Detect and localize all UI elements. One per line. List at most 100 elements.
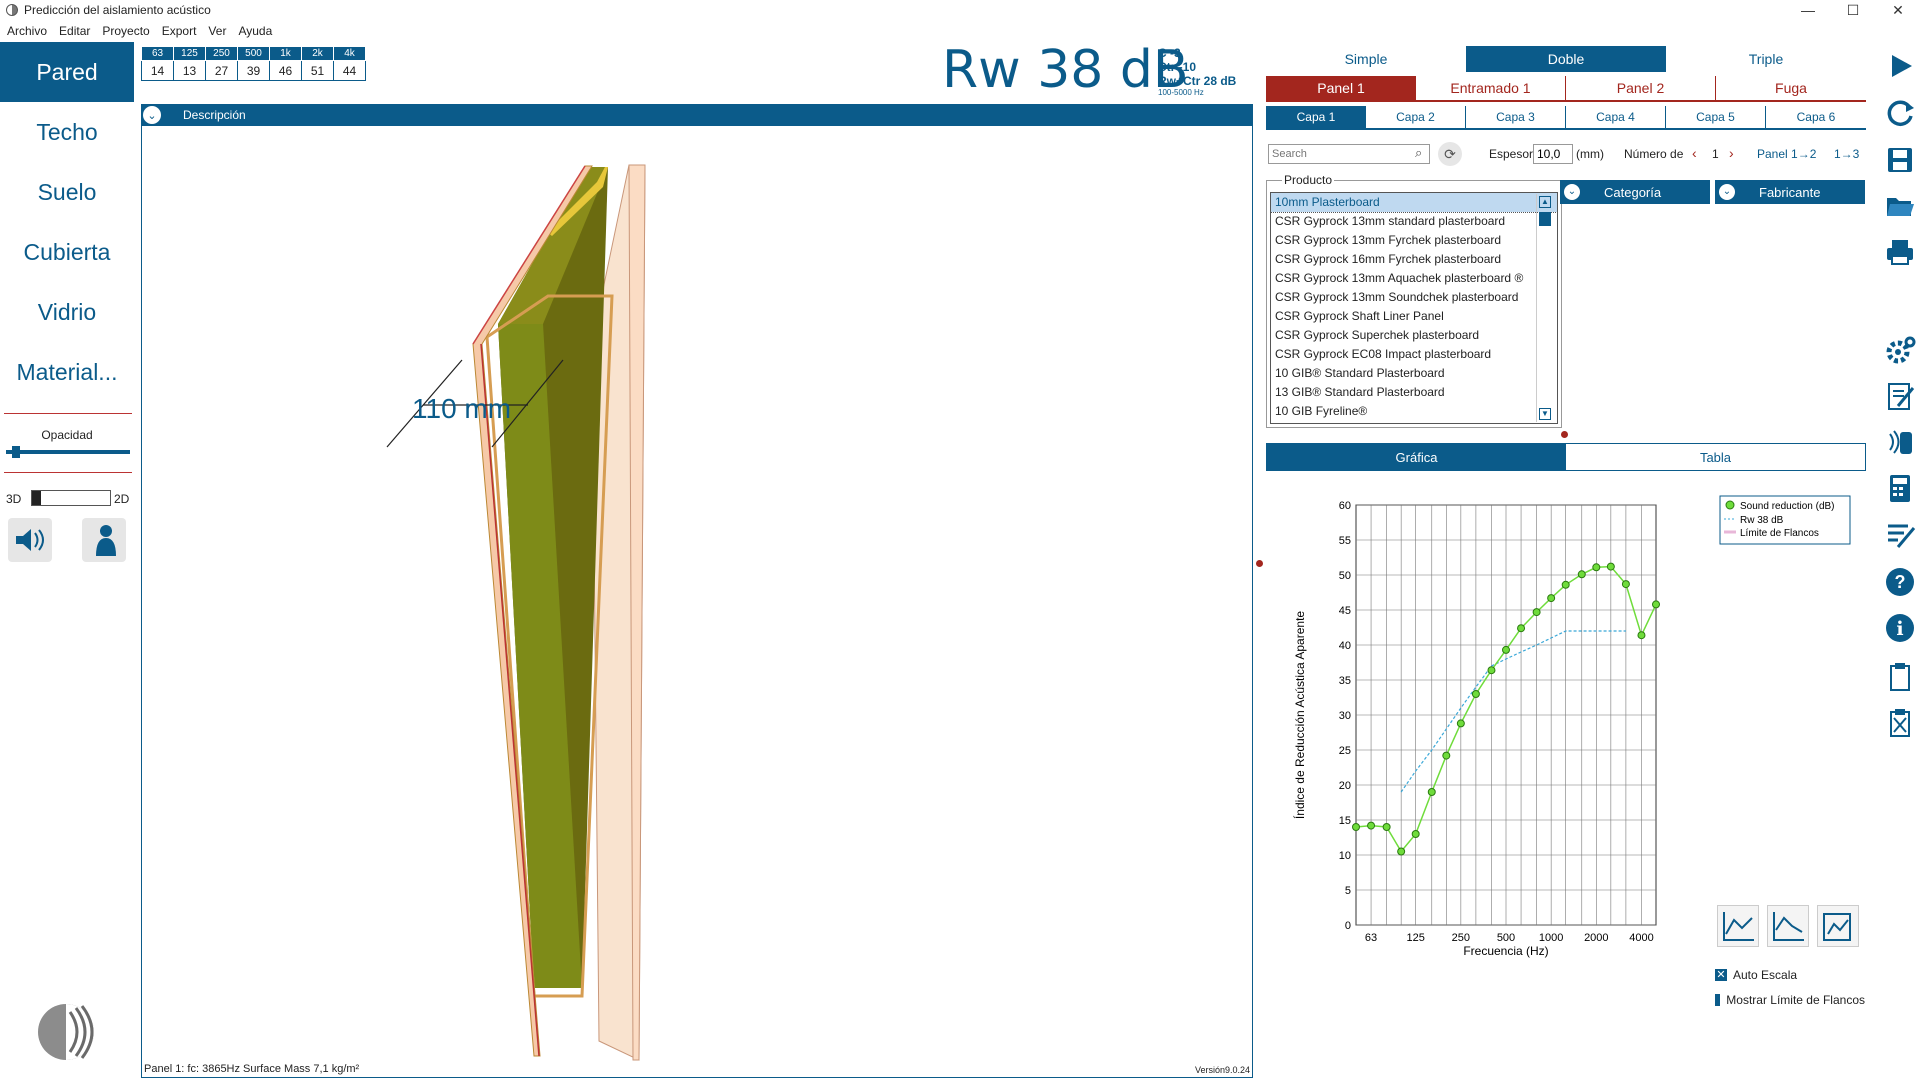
nav-material[interactable]: Material... (0, 342, 134, 402)
window-title: Predicción del aislamiento acústico (24, 3, 211, 17)
clear-clipboard-icon (1890, 709, 1910, 737)
wall-3d-view[interactable]: 110 mm Panel 1: fc: 3865Hz Surface Mass … (141, 126, 1253, 1078)
refresh-icon[interactable]: ⟳ (1438, 142, 1462, 166)
notes-button[interactable] (1880, 514, 1920, 554)
save-button[interactable] (1880, 140, 1920, 180)
scroll-up-icon[interactable]: ▲ (1539, 196, 1551, 208)
chart-copy-button[interactable] (1817, 905, 1859, 947)
product-list-item[interactable]: 10 GIB® Standard Plasterboard (1271, 364, 1557, 383)
tab-capa-5[interactable]: Capa 5 (1666, 106, 1766, 128)
folder-icon (1887, 198, 1914, 216)
splitter-handle[interactable] (1561, 431, 1568, 438)
product-list-item[interactable]: 10mm Plasterboard (1270, 192, 1558, 213)
menu-proyecto[interactable]: Proyecto (95, 22, 154, 40)
tab-simple[interactable]: Simple (1266, 46, 1466, 72)
tab-capa-6[interactable]: Capa 6 (1766, 106, 1866, 128)
tab-capa-3[interactable]: Capa 3 (1466, 106, 1566, 128)
search-input[interactable] (1268, 144, 1430, 164)
scroll-down-icon[interactable]: ▼ (1539, 408, 1551, 420)
panel-1-3-link[interactable]: 1→3 (1834, 147, 1859, 161)
splitter-handle[interactable] (1256, 560, 1263, 567)
chevron-left-icon[interactable]: ‹ (1692, 145, 1697, 161)
product-list-item[interactable]: CSR Gyprock 13mm Soundchek plasterboard (1271, 288, 1557, 307)
nav-vidrio[interactable]: Vidrio (0, 282, 134, 342)
run-button[interactable] (1880, 46, 1920, 86)
tab-panel-1[interactable]: Panel 1 (1266, 76, 1416, 100)
tab-grafica[interactable]: Gráfica (1267, 444, 1566, 470)
mode-3d-label: 3D (6, 492, 22, 506)
chart-view-button-2[interactable] (1767, 905, 1809, 947)
refresh-button[interactable] (1880, 92, 1920, 132)
menu-export[interactable]: Export (155, 22, 202, 40)
product-list-item[interactable]: CSR Gyprock 13mm Fyrchek plasterboard (1271, 231, 1557, 250)
description-label: Descripción (183, 108, 246, 122)
manufacturer-filter[interactable]: ⌄ Fabricante (1715, 180, 1865, 204)
product-list-item[interactable]: CSR Gyprock Shaft Liner Panel (1271, 307, 1557, 326)
product-list-item[interactable]: CSR Gyprock EC08 Impact plasterboard (1271, 345, 1557, 364)
search-icon[interactable]: ⌕ (1415, 145, 1422, 161)
show-flank-checkbox[interactable]: Mostrar Límite de Flancos (1715, 993, 1865, 1007)
clipboard-button[interactable] (1880, 656, 1920, 696)
edit-document-icon (1888, 383, 1915, 410)
clear-button[interactable] (1880, 702, 1920, 742)
acoustic-button[interactable] (1880, 422, 1920, 462)
view-mode-slider[interactable] (31, 490, 111, 506)
menu-editar[interactable]: Editar (52, 22, 95, 40)
menu-ayuda[interactable]: Ayuda (231, 22, 277, 40)
tab-tabla[interactable]: Tabla (1566, 444, 1865, 470)
info-icon: i (1886, 614, 1914, 642)
auto-scale-checkbox[interactable]: ✕ Auto Escala (1715, 968, 1797, 982)
nav-cubierta[interactable]: Cubierta (0, 222, 134, 282)
chevron-down-icon[interactable]: ⌄ (143, 106, 161, 124)
tab-panel-2[interactable]: Panel 2 (1566, 76, 1716, 100)
nav-suelo[interactable]: Suelo (0, 162, 134, 222)
description-bar[interactable]: ⌄ Descripción (141, 104, 1253, 126)
sound-reduction-point (1382, 823, 1391, 831)
opacity-slider-thumb[interactable] (12, 446, 21, 458)
nav-techo[interactable]: Techo (0, 102, 134, 162)
version-label: Versión9.0.24 (1194, 1065, 1250, 1075)
close-button[interactable]: ✕ (1875, 0, 1921, 20)
product-scrollbar[interactable]: ▲ ▼ (1536, 194, 1552, 422)
chart-view-button-1[interactable] (1717, 905, 1759, 947)
listener-button[interactable] (82, 518, 126, 562)
thickness-unit: (mm) (1576, 147, 1604, 161)
category-filter[interactable]: ⌄ Categoría (1560, 180, 1710, 204)
opacity-slider-track[interactable] (6, 446, 130, 458)
product-list-item[interactable]: CSR Gyprock 13mm Aquachek plasterboard ® (1271, 269, 1557, 288)
scroll-thumb[interactable] (1539, 212, 1551, 226)
product-list[interactable]: 10mm Plasterboard CSR Gyprock 13mm standa… (1270, 192, 1558, 424)
help-button[interactable]: ? (1880, 562, 1920, 602)
person-icon (96, 525, 116, 556)
open-button[interactable] (1880, 186, 1920, 226)
settings-button[interactable] (1880, 330, 1920, 370)
maximize-button[interactable]: ☐ (1830, 0, 1876, 20)
edit-button[interactable] (1880, 376, 1920, 416)
chevron-right-icon[interactable]: › (1729, 145, 1734, 161)
product-list-item[interactable]: CSR Gyprock 13mm standard plasterboard (1271, 212, 1557, 231)
tab-entramado-1[interactable]: Entramado 1 (1416, 76, 1566, 100)
minimize-button[interactable]: — (1785, 0, 1831, 20)
info-button[interactable]: i (1880, 608, 1920, 648)
product-list-item[interactable]: CSR Gyprock 16mm Fyrchek plasterboard (1271, 250, 1557, 269)
tab-triple[interactable]: Triple (1666, 46, 1866, 72)
tab-fuga[interactable]: Fuga (1716, 76, 1866, 100)
menu-archivo[interactable]: Archivo (0, 22, 52, 40)
menu-ver[interactable]: Ver (201, 22, 231, 40)
tab-capa-4[interactable]: Capa 4 (1566, 106, 1666, 128)
product-list-item[interactable]: 13 GIB® Standard Plasterboard (1271, 383, 1557, 402)
print-button[interactable] (1880, 232, 1920, 272)
speaker-button[interactable] (8, 518, 52, 562)
line-chart-icon (1723, 912, 1754, 941)
tab-capa-2[interactable]: Capa 2 (1366, 106, 1466, 128)
panel-1-2-link[interactable]: Panel 1→2 (1757, 147, 1816, 161)
nav-pared[interactable]: Pared (0, 42, 134, 102)
view-mode-slider-fill (32, 491, 42, 505)
product-list-item[interactable]: 10 GIB Fyreline® (1271, 402, 1557, 421)
tab-doble[interactable]: Doble (1466, 46, 1666, 72)
product-list-item[interactable]: CSR Gyprock Superchek plasterboard (1271, 326, 1557, 345)
tab-capa-1[interactable]: Capa 1 (1266, 106, 1366, 128)
calculator-button[interactable] (1880, 468, 1920, 508)
thickness-input[interactable] (1533, 144, 1573, 164)
y-tick-label: 0 (1345, 920, 1351, 932)
